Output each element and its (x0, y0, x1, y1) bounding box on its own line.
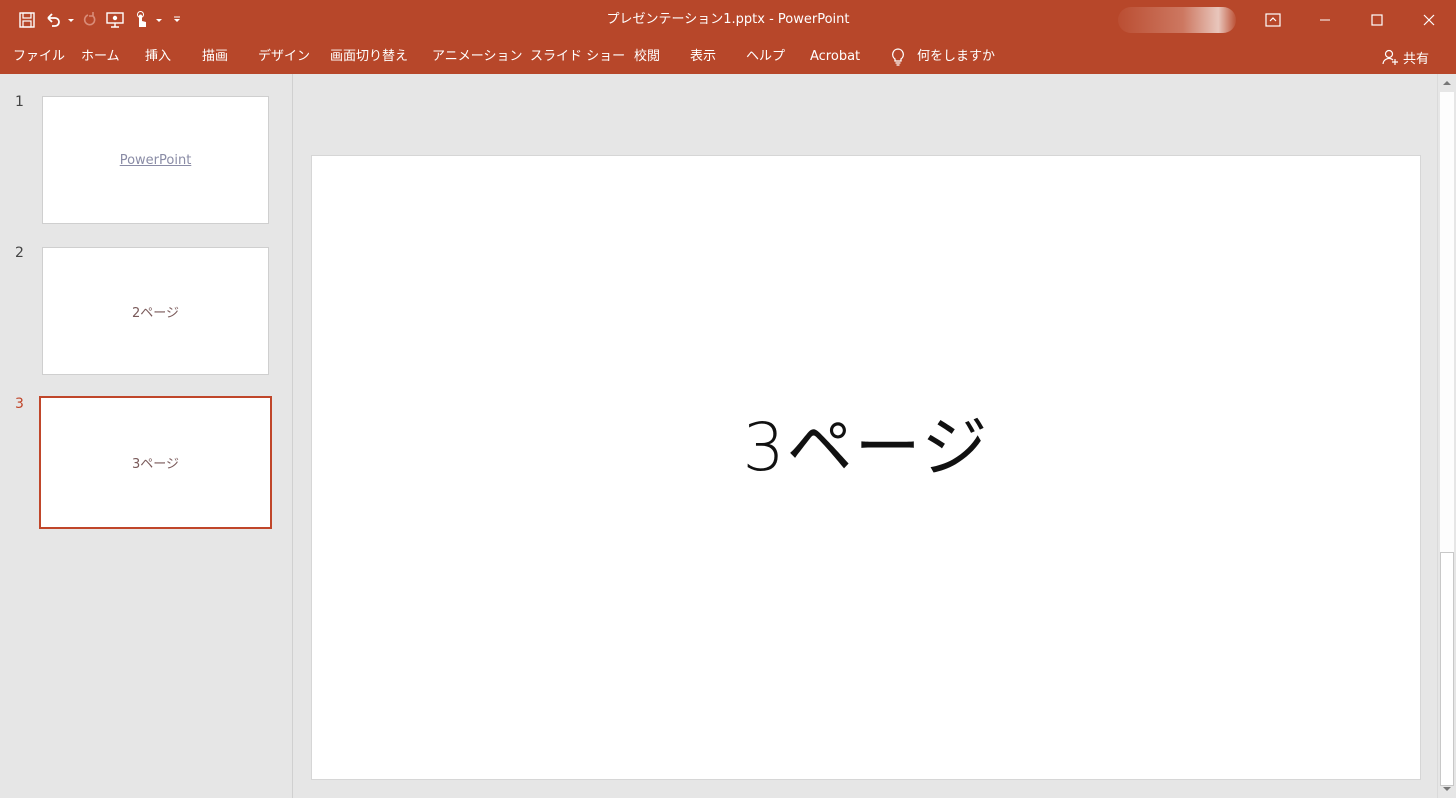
undo-dropdown-icon[interactable] (66, 5, 76, 35)
touch-mode-icon[interactable] (128, 5, 154, 35)
tab-transitions[interactable]: 画面切り替え (330, 40, 408, 74)
minimize-icon[interactable] (1299, 0, 1351, 40)
thumbnail-text: 3ページ (131, 457, 179, 472)
tab-animations[interactable]: アニメーション (432, 40, 522, 74)
tab-view[interactable]: 表示 (690, 40, 716, 74)
tell-me-label: 何をしますか (917, 49, 996, 64)
slide-number: 2 (15, 245, 24, 261)
vertical-scrollbar[interactable] (1437, 74, 1456, 798)
scroll-track[interactable] (1440, 92, 1454, 552)
thumbnail-text: PowerPoint (119, 152, 192, 168)
title-bar: プレゼンテーション1.pptx - PowerPoint (0, 0, 1456, 40)
tab-acrobat[interactable]: Acrobat (810, 40, 860, 74)
touch-dropdown-icon[interactable] (154, 5, 164, 35)
window-title: プレゼンテーション1.pptx - PowerPoint (606, 12, 850, 27)
slide-thumbnail-2[interactable]: 2ページ (42, 247, 269, 375)
quick-access-toolbar (14, 0, 190, 40)
undo-icon[interactable] (40, 5, 66, 35)
tab-insert[interactable]: 挿入 (145, 40, 171, 74)
slide-number: 1 (15, 94, 24, 110)
thumbnail-text: 2ページ (131, 305, 179, 321)
slide-canvas[interactable]: 3ページ (311, 155, 1421, 780)
scroll-thumb[interactable] (1440, 552, 1454, 786)
slide-thumbnail-3-selected[interactable]: 3ページ (39, 396, 272, 529)
close-icon[interactable] (1403, 0, 1455, 40)
tab-help[interactable]: ヘルプ (746, 40, 785, 74)
tab-design[interactable]: デザイン (258, 40, 310, 74)
slide-title-text[interactable]: 3ページ (743, 394, 990, 490)
slide-thumbnail-pane: 1 PowerPoint 2 2ページ 3 3ページ (0, 74, 293, 798)
tab-file[interactable]: ファイル (13, 40, 65, 74)
save-icon[interactable] (14, 5, 40, 35)
scroll-up-icon[interactable] (1438, 74, 1456, 92)
scroll-down-icon[interactable] (1438, 780, 1456, 798)
tab-draw[interactable]: 描画 (202, 40, 228, 74)
lightbulb-icon (891, 48, 905, 66)
tell-me-box[interactable]: 何をしますか (891, 40, 995, 74)
tab-review[interactable]: 校閲 (634, 40, 660, 74)
slide-thumbnail-1[interactable]: PowerPoint (42, 96, 269, 224)
maximize-icon[interactable] (1351, 0, 1403, 40)
person-add-icon (1381, 48, 1399, 66)
ribbon-display-options-icon[interactable] (1247, 0, 1299, 40)
redo-icon (76, 5, 102, 35)
present-icon[interactable] (102, 5, 128, 35)
tab-slide-show[interactable]: スライド ショー (530, 40, 625, 74)
customize-icon[interactable] (164, 5, 190, 35)
ribbon-tab-bar: ファイル ホーム 挿入 描画 デザイン 画面切り替え アニメーション スライド … (0, 40, 1456, 74)
slide-number-selected: 3 (15, 396, 24, 412)
account-avatar[interactable] (1118, 7, 1236, 33)
tab-home[interactable]: ホーム (81, 40, 120, 74)
share-label: 共有 (1403, 51, 1430, 67)
share-button[interactable]: 共有 (1381, 40, 1429, 74)
